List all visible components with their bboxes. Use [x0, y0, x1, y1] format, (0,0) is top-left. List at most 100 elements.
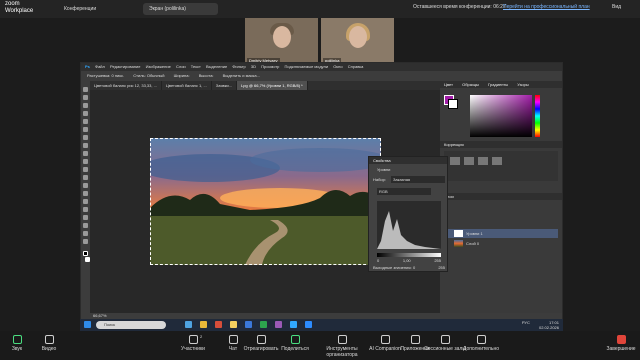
layer-row[interactable]: Уровни 1 — [444, 229, 558, 238]
video-tile[interactable]: polilinka — [321, 18, 394, 64]
menu-item[interactable]: Файл — [95, 64, 105, 69]
share-icon — [290, 335, 300, 344]
move-tool-icon[interactable] — [83, 87, 88, 92]
hand-tool-icon[interactable] — [83, 231, 88, 236]
pen-tool-icon[interactable] — [83, 199, 88, 204]
app-icon[interactable] — [185, 321, 192, 328]
eyedropper-tool-icon[interactable] — [83, 127, 88, 132]
photoshop-icon[interactable] — [290, 321, 297, 328]
video-button[interactable]: Видео — [24, 335, 74, 352]
menu-item[interactable]: Фильтр — [232, 64, 245, 69]
dodge-tool-icon[interactable] — [83, 191, 88, 196]
output-white[interactable]: 255 — [438, 265, 445, 270]
shape-tool-icon[interactable] — [83, 223, 88, 228]
menu-item[interactable]: Выделение — [206, 64, 227, 69]
app-icon[interactable] — [275, 321, 282, 328]
input-black[interactable]: 0 — [377, 258, 379, 263]
menu-item[interactable]: Просмотр — [261, 64, 279, 69]
history-brush-tool-icon[interactable] — [83, 159, 88, 164]
foreground-color-icon[interactable] — [83, 251, 88, 256]
doc-tab[interactable]: Заявки... — [212, 81, 238, 90]
crop-tool-icon[interactable] — [83, 119, 88, 124]
end-button[interactable]: Завершение — [596, 335, 640, 352]
height-option[interactable]: Высота: — [199, 73, 214, 78]
more-icon — [476, 335, 486, 344]
menu-item[interactable]: Подключаемые модули — [285, 64, 329, 69]
app-icon[interactable] — [245, 321, 252, 328]
select-mask-button[interactable]: Выделить и маска... — [223, 73, 260, 78]
taskbar-search[interactable]: Поиск — [96, 321, 166, 329]
doc-tab[interactable]: Цветовой баланс 1, ... — [162, 81, 212, 90]
landscape-photo[interactable] — [150, 138, 381, 265]
eraser-tool-icon[interactable] — [83, 167, 88, 172]
language-indicator[interactable]: РУС — [522, 320, 530, 325]
output-label: Выходные значения: — [373, 265, 412, 270]
doc-tab-active[interactable]: Lpg @ 66,7% (Уровни 1, RGB/8) * — [237, 81, 308, 90]
levels-icon[interactable] — [464, 157, 474, 165]
healing-tool-icon[interactable] — [83, 135, 88, 140]
view-button[interactable]: Вид — [612, 4, 621, 10]
windows-start-icon[interactable] — [84, 321, 91, 328]
participants-label: Участники — [181, 346, 205, 352]
layer-row[interactable]: Слой 0 — [444, 239, 558, 248]
path-select-tool-icon[interactable] — [83, 215, 88, 220]
doc-tab[interactable]: Цветовой баланс рис 12, 33,33, ... — [90, 81, 162, 90]
input-gamma[interactable]: 1,00 — [403, 258, 411, 263]
menu-item[interactable]: Изображение — [146, 64, 171, 69]
menu-item[interactable]: Слои — [176, 64, 186, 69]
upgrade-link[interactable]: Перейти на профессиональный план — [503, 4, 590, 10]
output-black[interactable]: 0 — [413, 265, 415, 270]
more-button[interactable]: Дополнительно — [456, 335, 506, 352]
histogram[interactable] — [377, 201, 441, 249]
app-icon[interactable] — [230, 321, 237, 328]
zoom-tool-icon[interactable] — [83, 239, 88, 244]
output-values[interactable]: 0 255 — [413, 265, 445, 270]
gradient-tool-icon[interactable] — [83, 175, 88, 180]
bg-swatch[interactable] — [448, 99, 458, 109]
curves-icon[interactable] — [478, 157, 488, 165]
exposure-icon[interactable] — [492, 157, 502, 165]
menu-item[interactable]: 3D — [251, 64, 256, 69]
folder-icon[interactable] — [200, 321, 207, 328]
ps-logo: Ps — [85, 64, 90, 69]
windows-taskbar: Поиск РУС 17:01 02.02.2026 — [80, 319, 563, 331]
quick-select-tool-icon[interactable] — [83, 111, 88, 116]
brush-tool-icon[interactable] — [83, 143, 88, 148]
app-icon[interactable] — [260, 321, 267, 328]
tab-swatches[interactable]: Образцы — [462, 82, 479, 87]
width-option[interactable]: Ширина: — [174, 73, 190, 78]
ps-menu-bar: Ps Файл Редактирование Изображение Слои … — [81, 63, 562, 71]
stamp-tool-icon[interactable] — [83, 151, 88, 156]
lasso-tool-icon[interactable] — [83, 103, 88, 108]
tab-meetings[interactable]: Конференции — [58, 3, 143, 15]
properties-title: Свойства — [369, 157, 447, 164]
menu-item[interactable]: Текст — [191, 64, 201, 69]
menu-item[interactable]: Редактирование — [110, 64, 140, 69]
hue-slider[interactable] — [535, 95, 540, 137]
brightness-icon[interactable] — [450, 157, 460, 165]
input-white[interactable]: 255 — [434, 258, 441, 263]
tab-meetings-label: Конференции — [64, 6, 97, 12]
video-tile[interactable]: Dmitriy Metyaev — [245, 18, 318, 64]
menu-item[interactable]: Справка — [348, 64, 364, 69]
marquee-tool-icon[interactable] — [83, 95, 88, 100]
channel-select[interactable]: RGB — [377, 188, 431, 195]
type-tool-icon[interactable] — [83, 207, 88, 212]
input-values[interactable]: 0 1,00 255 — [377, 258, 441, 263]
app-icon[interactable] — [215, 321, 222, 328]
system-tray[interactable]: РУС 17:01 02.02.2026 — [522, 320, 559, 330]
tab-patterns[interactable]: Узоры — [517, 82, 528, 87]
preset-select[interactable]: Заказная — [391, 176, 445, 183]
adjustment-type: Уровни — [377, 167, 391, 172]
tab-gradients[interactable]: Градиенты — [488, 82, 508, 87]
feather-option[interactable]: Растушевка: 0 пикс. — [87, 73, 124, 78]
tab-color[interactable]: Цвет — [444, 82, 453, 87]
zoom-app-icon[interactable] — [305, 321, 312, 328]
style-option[interactable]: Стиль: Обычный — [133, 73, 164, 78]
properties-panel[interactable]: Свойства Уровни Набор: Заказная RGB 0 1,… — [368, 156, 448, 272]
right-panels: Цвет Образцы Градиенты Узоры Коррекция С… — [440, 81, 562, 319]
color-picker-field[interactable] — [470, 95, 532, 137]
blur-tool-icon[interactable] — [83, 183, 88, 188]
tab-screen[interactable]: Экран (polilinka) — [143, 3, 218, 15]
menu-item[interactable]: Окно — [333, 64, 342, 69]
